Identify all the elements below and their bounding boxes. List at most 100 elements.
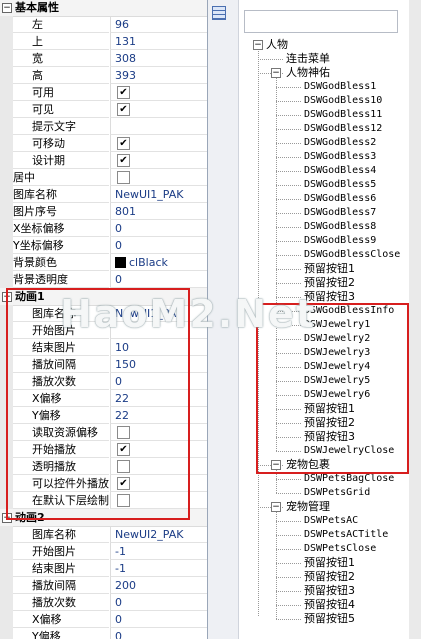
- property-value[interactable]: 96: [110, 16, 207, 33]
- property-row[interactable]: 图库名称 NewUI1_PAK: [0, 186, 207, 203]
- property-row[interactable]: 背景颜色 clBlack: [0, 254, 207, 271]
- property-value[interactable]: 0: [110, 220, 207, 237]
- tree-node[interactable]: 预留按钮3: [304, 584, 355, 598]
- property-row[interactable]: X坐标偏移 0: [0, 220, 207, 237]
- tree-node[interactable]: DSWGodBless12: [304, 122, 382, 136]
- property-row[interactable]: 结束图片 -1: [0, 560, 207, 577]
- tree-connector: [276, 129, 301, 130]
- property-value[interactable]: ✔: [110, 152, 207, 169]
- tree-node[interactable]: DSWGodBless4: [304, 164, 376, 178]
- tree-node[interactable]: 宠物管理: [286, 500, 330, 514]
- property-value[interactable]: 393: [110, 67, 207, 84]
- checkbox-checked-icon[interactable]: ✔: [117, 154, 130, 167]
- tree-node[interactable]: DSWGodBless11: [304, 108, 382, 122]
- tree-node[interactable]: DSWGodBless9: [304, 234, 376, 248]
- property-value[interactable]: -1: [110, 560, 207, 577]
- tree-connector: [276, 157, 301, 158]
- property-row[interactable]: 居中: [0, 169, 207, 186]
- property-row[interactable]: 宽 308: [0, 50, 207, 67]
- tree-node[interactable]: 连击菜单: [286, 52, 330, 66]
- tree-node[interactable]: 预留按钮4: [304, 598, 355, 612]
- collapse-toggle-icon[interactable]: −: [2, 3, 12, 13]
- tree-node[interactable]: DSWGodBless10: [304, 94, 382, 108]
- property-name: 高: [13, 67, 109, 84]
- property-row[interactable]: 可移动 ✔: [0, 135, 207, 152]
- property-row[interactable]: 上 131: [0, 33, 207, 50]
- tree-node[interactable]: 预留按钮5: [304, 612, 355, 626]
- tree-node[interactable]: DSWGodBless2: [304, 136, 376, 150]
- property-value[interactable]: NewUI2_PAK: [110, 526, 207, 543]
- property-row[interactable]: 设计期 ✔: [0, 152, 207, 169]
- property-value[interactable]: ✔: [110, 84, 207, 101]
- tree-node[interactable]: 预留按钮1: [304, 262, 355, 276]
- property-row[interactable]: 播放间隔 200: [0, 577, 207, 594]
- property-row[interactable]: 图库名称 NewUI2_PAK: [0, 526, 207, 543]
- property-value[interactable]: -1: [110, 543, 207, 560]
- tree-expander-icon[interactable]: −: [271, 502, 281, 512]
- property-value[interactable]: [110, 169, 207, 186]
- property-row[interactable]: 提示文字: [0, 118, 207, 135]
- tree-node[interactable]: DSWPetsAC: [304, 514, 358, 528]
- property-value[interactable]: 308: [110, 50, 207, 67]
- property-row[interactable]: 高 393: [0, 67, 207, 84]
- property-value[interactable]: clBlack: [110, 254, 207, 271]
- tree-node[interactable]: DSWPetsACTitle: [304, 528, 388, 542]
- property-row[interactable]: Y坐标偏移 0: [0, 237, 207, 254]
- property-value[interactable]: 200: [110, 577, 207, 594]
- tree-search-input[interactable]: [244, 10, 398, 33]
- checkbox-checked-icon[interactable]: ✔: [117, 86, 130, 99]
- tree-node[interactable]: DSWGodBless5: [304, 178, 376, 192]
- property-row[interactable]: 可见 ✔: [0, 101, 207, 118]
- tree-scrollbar[interactable]: [409, 0, 421, 639]
- property-row[interactable]: Y偏移 0: [0, 628, 207, 639]
- color-swatch: [115, 257, 126, 268]
- property-value[interactable]: 0: [110, 271, 207, 288]
- tree-node[interactable]: DSWGodBless7: [304, 206, 376, 220]
- tree-node[interactable]: DSWPetsGrid: [304, 486, 370, 500]
- property-value[interactable]: 0: [110, 628, 207, 639]
- property-value[interactable]: 0: [110, 611, 207, 628]
- property-value[interactable]: ✔: [110, 101, 207, 118]
- property-name: X偏移: [13, 611, 109, 628]
- tree-node[interactable]: 人物神佑: [286, 66, 330, 80]
- row-gutter: [0, 526, 13, 543]
- property-row[interactable]: 开始图片 -1: [0, 543, 207, 560]
- tree-node[interactable]: DSWGodBless8: [304, 220, 376, 234]
- property-row[interactable]: 可用 ✔: [0, 84, 207, 101]
- property-value[interactable]: ✔: [110, 135, 207, 152]
- tree-node[interactable]: DSWGodBlessClose: [304, 248, 400, 262]
- grid-view-icon[interactable]: [212, 6, 226, 20]
- property-row[interactable]: 左 96: [0, 16, 207, 33]
- property-name: 设计期: [13, 152, 109, 169]
- tree-node[interactable]: DSWPetsClose: [304, 542, 376, 556]
- property-group[interactable]: − 基本属性: [0, 0, 207, 17]
- tree-node[interactable]: 预留按钮1: [304, 556, 355, 570]
- property-name: 开始图片: [13, 543, 109, 560]
- property-row[interactable]: 播放次数 0: [0, 594, 207, 611]
- tree-expander-icon[interactable]: −: [253, 40, 263, 50]
- property-row[interactable]: 图片序号 801: [0, 203, 207, 220]
- tree-node[interactable]: 预留按钮2: [304, 276, 355, 290]
- tree-node[interactable]: 预留按钮2: [304, 570, 355, 584]
- property-value[interactable]: 131: [110, 33, 207, 50]
- tree-node[interactable]: DSWGodBless1: [304, 80, 376, 94]
- tree-connector: [276, 619, 301, 620]
- property-value[interactable]: NewUI1_PAK: [110, 186, 207, 203]
- tree-node[interactable]: DSWGodBless3: [304, 150, 376, 164]
- property-row[interactable]: X偏移 0: [0, 611, 207, 628]
- property-row[interactable]: 背景透明度 0: [0, 271, 207, 288]
- property-value[interactable]: 0: [110, 594, 207, 611]
- checkbox-checked-icon[interactable]: ✔: [117, 137, 130, 150]
- row-gutter: [0, 628, 13, 639]
- tree-expander-icon[interactable]: −: [271, 68, 281, 78]
- row-gutter: [0, 67, 13, 84]
- property-value[interactable]: 801: [110, 203, 207, 220]
- property-value[interactable]: 0: [110, 237, 207, 254]
- checkbox-unchecked-icon[interactable]: [117, 171, 130, 184]
- tree-node[interactable]: DSWPetsBagClose: [304, 472, 394, 486]
- property-value[interactable]: [110, 118, 207, 135]
- checkbox-checked-icon[interactable]: ✔: [117, 103, 130, 116]
- row-gutter: [0, 254, 13, 271]
- tree-node[interactable]: DSWGodBless6: [304, 192, 376, 206]
- tree-node[interactable]: 人物: [266, 38, 288, 52]
